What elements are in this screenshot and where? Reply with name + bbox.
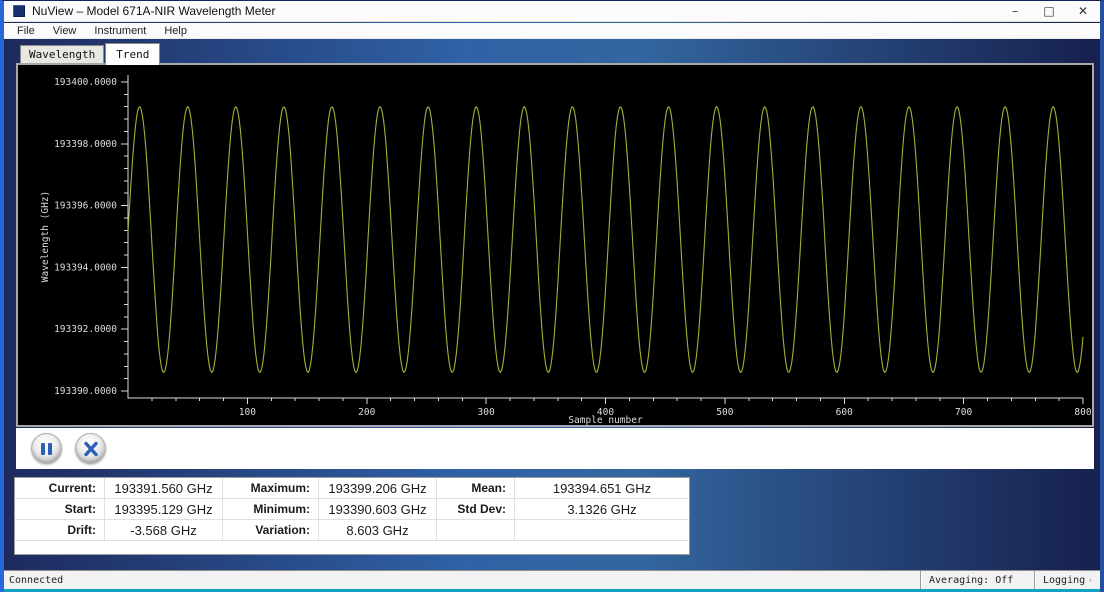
stat-value-variation: 8.603 GHz bbox=[319, 520, 437, 541]
stat-value-drift: -3.568 GHz bbox=[105, 520, 223, 541]
title-bar: NuView – Model 671A-NIR Wavelength Meter… bbox=[4, 1, 1100, 22]
trend-chart: 193390.0000 193392.0000 193394.0000 193396.… bbox=[18, 65, 1092, 425]
transport-controls bbox=[16, 428, 1094, 469]
svg-text:193400.0000: 193400.0000 bbox=[54, 77, 117, 88]
stat-label-drift: Drift: bbox=[15, 520, 105, 541]
app-window: NuView – Model 671A-NIR Wavelength Meter… bbox=[0, 0, 1104, 592]
svg-text:193390.0000: 193390.0000 bbox=[54, 386, 117, 397]
svg-text:Wavelength (GHz): Wavelength (GHz) bbox=[40, 191, 51, 283]
stat-value-current: 193391.560 GHz bbox=[105, 478, 223, 499]
svg-text:193394.0000: 193394.0000 bbox=[54, 262, 117, 273]
stat-value-minimum: 193390.603 GHz bbox=[319, 499, 437, 520]
svg-text:200: 200 bbox=[358, 407, 375, 418]
svg-text:600: 600 bbox=[836, 407, 853, 418]
stat-value-empty bbox=[515, 520, 689, 541]
stat-label-mean: Mean: bbox=[437, 478, 515, 499]
minimize-icon[interactable]: – bbox=[998, 1, 1032, 21]
tab-wavelength[interactable]: Wavelength bbox=[20, 45, 104, 63]
status-bar: Connected Averaging: Off Logging bbox=[4, 570, 1100, 589]
close-icon[interactable]: ✕ bbox=[1066, 1, 1100, 21]
stat-label-start: Start: bbox=[15, 499, 105, 520]
svg-text:Sample number: Sample number bbox=[568, 415, 643, 425]
window-controls: – □ ✕ bbox=[998, 1, 1100, 21]
stat-value-mean: 193394.651 GHz bbox=[515, 478, 689, 499]
menu-bar: File View Instrument Help bbox=[4, 23, 1100, 39]
content-area: Wavelength Trend 193390.0000193392.00001… bbox=[4, 39, 1100, 571]
tab-strip: Wavelength Trend bbox=[20, 39, 161, 63]
stop-button[interactable] bbox=[75, 433, 106, 464]
stat-value-maximum: 193399.206 GHz bbox=[319, 478, 437, 499]
pause-icon bbox=[41, 443, 52, 455]
menu-instrument[interactable]: Instrument bbox=[85, 25, 155, 37]
logging-download-icon bbox=[1089, 573, 1092, 587]
x-icon bbox=[83, 441, 99, 457]
svg-text:193398.0000: 193398.0000 bbox=[54, 139, 117, 150]
svg-text:300: 300 bbox=[478, 407, 495, 418]
stat-label-current: Current: bbox=[15, 478, 105, 499]
svg-text:193396.0000: 193396.0000 bbox=[54, 201, 117, 212]
stat-value-stddev: 3.1326 GHz bbox=[515, 499, 689, 520]
trend-chart-panel: 193390.0000 193392.0000 193394.0000 193396.… bbox=[16, 63, 1094, 427]
window-title: NuView – Model 671A-NIR Wavelength Meter bbox=[32, 4, 275, 18]
menu-view[interactable]: View bbox=[44, 25, 86, 37]
logging-button[interactable]: Logging bbox=[1034, 571, 1100, 589]
statistics-table: Current: 193391.560 GHz Maximum: 193399.… bbox=[15, 478, 689, 541]
svg-text:800: 800 bbox=[1074, 407, 1091, 418]
pause-button[interactable] bbox=[31, 433, 62, 464]
stat-label-empty bbox=[437, 520, 515, 541]
statistics-panel: Current: 193391.560 GHz Maximum: 193399.… bbox=[14, 477, 690, 555]
menu-file[interactable]: File bbox=[8, 25, 44, 37]
stat-value-start: 193395.129 GHz bbox=[105, 499, 223, 520]
logging-label: Logging bbox=[1043, 575, 1085, 586]
svg-text:193392.0000: 193392.0000 bbox=[54, 324, 117, 335]
stat-label-minimum: Minimum: bbox=[223, 499, 319, 520]
menu-help[interactable]: Help bbox=[155, 25, 196, 37]
tab-trend[interactable]: Trend bbox=[105, 43, 160, 65]
svg-text:500: 500 bbox=[716, 407, 733, 418]
svg-text:700: 700 bbox=[955, 407, 972, 418]
connection-status: Connected bbox=[4, 575, 920, 586]
stat-label-stddev: Std Dev: bbox=[437, 499, 515, 520]
stat-label-maximum: Maximum: bbox=[223, 478, 319, 499]
svg-text:100: 100 bbox=[239, 407, 256, 418]
app-icon bbox=[13, 5, 25, 17]
averaging-status: Averaging: Off bbox=[920, 571, 1034, 589]
maximize-icon[interactable]: □ bbox=[1032, 1, 1066, 21]
stat-label-variation: Variation: bbox=[223, 520, 319, 541]
